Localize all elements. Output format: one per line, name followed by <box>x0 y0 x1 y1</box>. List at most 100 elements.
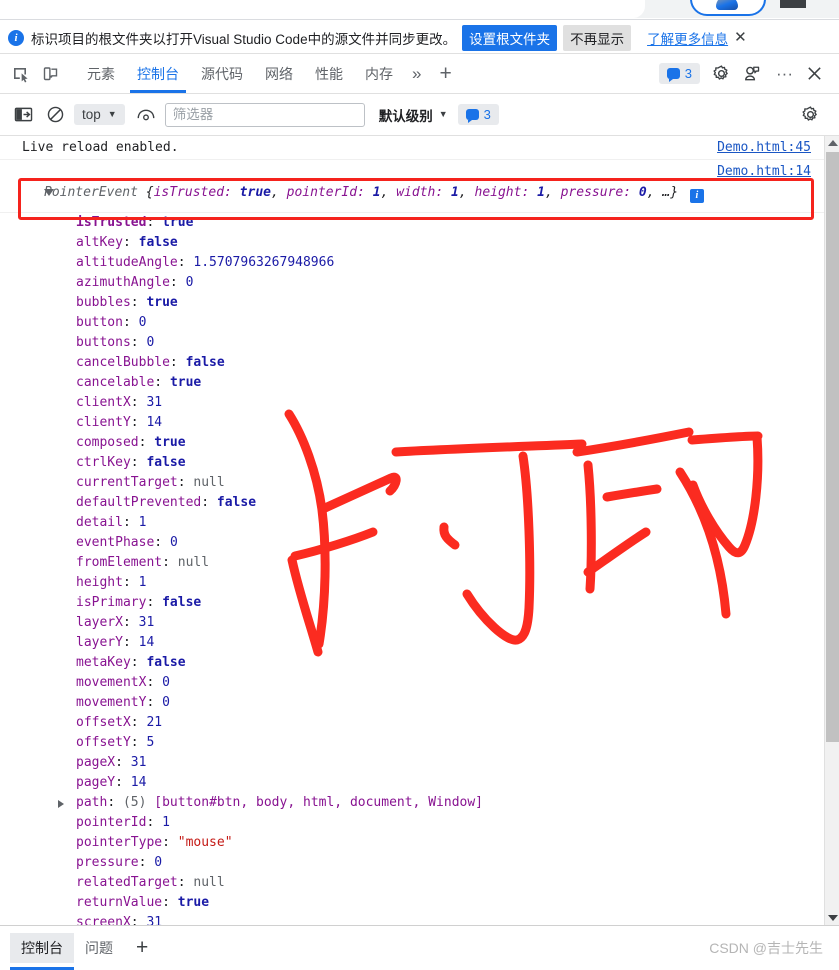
property-row[interactable]: layerY: 14 <box>0 633 839 653</box>
property-row[interactable]: pointerType: "mouse" <box>0 833 839 853</box>
property-row[interactable]: returnValue: true <box>0 893 839 913</box>
console-settings-gear-icon[interactable] <box>797 102 823 128</box>
preview-key: width: <box>396 185 452 200</box>
source-link[interactable]: Demo.html:14 <box>717 164 811 179</box>
inspect-element-icon[interactable] <box>8 61 34 87</box>
property-row[interactable]: pageY: 14 <box>0 773 839 793</box>
browser-active-tab[interactable] <box>0 0 645 18</box>
clear-console-icon[interactable] <box>42 102 68 128</box>
property-separator: : <box>177 254 194 270</box>
drawer-tab-console[interactable]: 控制台 <box>10 932 74 970</box>
property-row[interactable]: screenX: 31 <box>0 913 839 926</box>
property-key: buttons <box>76 334 131 350</box>
property-row[interactable]: metaKey: false <box>0 653 839 673</box>
tab-performance[interactable]: 性能 <box>304 54 354 93</box>
property-separator: : <box>146 694 163 710</box>
property-row[interactable]: pageX: 31 <box>0 753 839 773</box>
learn-more-link[interactable]: 了解更多信息 <box>647 28 728 48</box>
property-row[interactable]: currentTarget: null <box>0 473 839 493</box>
property-row[interactable]: offsetY: 5 <box>0 733 839 753</box>
object-preview-header[interactable]: PointerEvent {isTrusted: true, pointerId… <box>22 182 839 206</box>
property-row[interactable]: pointerId: 1 <box>0 813 839 833</box>
property-row[interactable]: clientY: 14 <box>0 413 839 433</box>
live-expression-icon[interactable] <box>133 102 159 128</box>
property-row[interactable]: button: 0 <box>0 313 839 333</box>
property-separator: : <box>122 574 139 590</box>
property-row[interactable]: altitudeAngle: 1.5707963267948966 <box>0 253 839 273</box>
tab-sources[interactable]: 源代码 <box>190 54 254 93</box>
close-devtools-icon[interactable] <box>801 61 827 87</box>
property-separator: : <box>130 914 147 926</box>
source-link[interactable]: Demo.html:45 <box>717 140 811 155</box>
scroll-down-arrow-icon[interactable] <box>828 915 838 921</box>
property-row[interactable]: clientX: 31 <box>0 393 839 413</box>
property-row[interactable]: azimuthAngle: 0 <box>0 273 839 293</box>
property-row[interactable]: detail: 1 <box>0 513 839 533</box>
console-message-pointerevent[interactable]: Demo.html:14 PointerEvent {isTrusted: tr… <box>0 160 839 213</box>
property-row[interactable]: height: 1 <box>0 573 839 593</box>
tab-memory[interactable]: 内存 <box>354 54 404 93</box>
dont-show-again-button[interactable]: 不再显示 <box>563 24 632 51</box>
property-separator: : <box>115 774 131 790</box>
console-output[interactable]: Live reload enabled. Demo.html:45 Demo.h… <box>0 136 839 925</box>
drawer-tab-issues[interactable]: 问题 <box>74 933 124 963</box>
property-key: metaKey <box>76 654 131 670</box>
tab-elements[interactable]: 元素 <box>76 54 126 93</box>
console-vertical-scrollbar[interactable] <box>824 136 839 925</box>
property-row[interactable]: relatedTarget: null <box>0 873 839 893</box>
issues-counter-button[interactable]: 3 <box>658 63 701 84</box>
console-issues-counter[interactable]: 3 <box>457 104 499 125</box>
property-row[interactable]: eventPhase: 0 <box>0 533 839 553</box>
devtools-tabbar: 元素 控制台 源代码 网络 性能 内存 » + 3 ··· <box>0 54 839 94</box>
expand-collapse-triangle-icon[interactable] <box>44 189 54 200</box>
property-row[interactable]: movementX: 0 <box>0 673 839 693</box>
expand-triangle-icon[interactable] <box>58 799 64 808</box>
property-value: 1 <box>138 574 147 590</box>
property-row[interactable]: isTrusted: true <box>0 213 839 233</box>
property-row[interactable]: altKey: false <box>0 233 839 253</box>
info-badge-icon[interactable]: i <box>689 188 704 203</box>
filter-input[interactable] <box>164 102 365 127</box>
property-row[interactable]: movementY: 0 <box>0 693 839 713</box>
property-row[interactable]: layerX: 31 <box>0 613 839 633</box>
property-row[interactable]: isPrimary: false <box>0 593 839 613</box>
more-tabs-chevron-icon[interactable]: » <box>404 64 429 84</box>
property-separator: : <box>122 514 139 530</box>
property-row[interactable]: bubbles: true <box>0 293 839 313</box>
property-row[interactable]: buttons: 0 <box>0 333 839 353</box>
tab-console[interactable]: 控制台 <box>126 54 190 93</box>
device-toolbar-icon[interactable] <box>38 61 64 87</box>
property-separator: : <box>115 754 131 770</box>
log-level-selector[interactable]: 默认级别 ▼ <box>379 105 448 125</box>
property-separator: : <box>201 494 217 510</box>
property-separator: : <box>122 614 139 630</box>
set-root-folder-button[interactable]: 设置根文件夹 <box>462 24 558 51</box>
property-row[interactable]: cancelBubble: false <box>0 353 839 373</box>
tab-network[interactable]: 网络 <box>254 54 304 93</box>
more-options-icon[interactable]: ··· <box>768 64 801 84</box>
property-row[interactable]: pressure: 0 <box>0 853 839 873</box>
object-property-list: isTrusted: true altKey: false altitudeAngl… <box>0 213 839 926</box>
close-icon[interactable]: ✕ <box>734 30 747 45</box>
execution-context-selector[interactable]: top ▼ <box>74 104 125 125</box>
property-row[interactable]: offsetX: 21 <box>0 713 839 733</box>
console-sidebar-toggle-icon[interactable] <box>10 102 36 128</box>
property-value: 1.5707963267948966 <box>193 254 335 270</box>
scrollbar-thumb[interactable] <box>826 152 839 742</box>
message-bubble-icon <box>666 68 680 82</box>
add-drawer-tab-button[interactable]: + <box>124 937 160 958</box>
property-row[interactable]: defaultPrevented: false <box>0 493 839 513</box>
property-row[interactable]: composed: true <box>0 433 839 453</box>
property-row[interactable]: fromElement: null <box>0 553 839 573</box>
gear-icon[interactable] <box>708 61 734 87</box>
customize-devtools-icon[interactable] <box>738 61 764 87</box>
property-row[interactable]: path: (5) [button#btn, body, html, docum… <box>0 793 839 813</box>
property-row[interactable]: cancelable: true <box>0 373 839 393</box>
property-row[interactable]: ctrlKey: false <box>0 453 839 473</box>
console-message-live-reload[interactable]: Live reload enabled. Demo.html:45 <box>0 136 839 160</box>
property-value: true <box>177 894 210 910</box>
add-tab-button[interactable]: + <box>429 63 461 84</box>
property-value: false <box>138 234 178 250</box>
property-separator: : <box>169 354 186 370</box>
scroll-up-arrow-icon[interactable] <box>828 140 838 146</box>
